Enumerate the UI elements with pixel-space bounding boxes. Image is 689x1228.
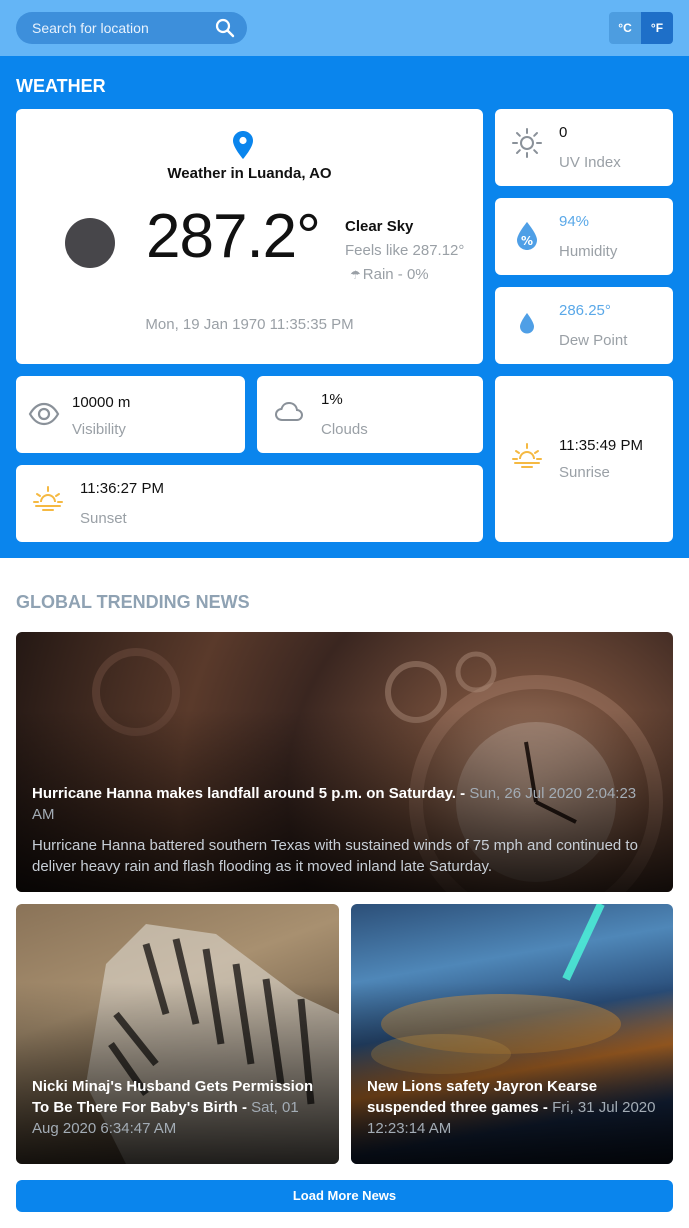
search-icon[interactable] [215,18,235,38]
current-datetime: Mon, 19 Jan 1970 11:35:35 PM [145,316,354,333]
sunset-label: Sunset [80,510,127,527]
dew-point-card: 286.25° Dew Point [495,287,673,364]
dew-point-label: Dew Point [559,332,628,349]
fahrenheit-button[interactable]: °F [641,12,673,44]
uv-index-card: 0 UV Index [495,109,673,186]
news-headline[interactable]: Hurricane Hanna makes landfall around 5 … [32,785,456,802]
svg-text:%: % [521,234,533,248]
rain-chance: ☂ Rain - 0% [350,266,429,283]
weather-condition-icon [65,218,115,268]
search-box [16,12,247,44]
news-card-featured[interactable]: Hurricane Hanna makes landfall around 5 … [16,632,673,892]
sunrise-icon [512,443,542,468]
news-section-title: GLOBAL TRENDING NEWS [16,592,250,612]
clouds-label: Clouds [321,421,368,438]
visibility-card: 10000 m Visibility [16,376,245,453]
current-weather-card: Weather in Luanda, AO 287.2° Clear Sky F… [16,109,483,364]
news-card-zebra[interactable]: Nicki Minaj's Husband Gets Permission To… [16,904,339,1164]
visibility-value: 10000 m [72,394,131,411]
uv-index-label: UV Index [559,154,621,171]
dew-point-value: 286.25° [559,302,611,319]
load-more-button[interactable]: Load More News [16,1180,673,1212]
sunset-value: 11:36:27 PM [80,480,164,497]
humidity-label: Humidity [559,243,618,260]
clouds-card: 1% Clouds [257,376,483,453]
weather-section-title: WEATHER [16,76,106,96]
condition-text: Clear Sky [345,218,414,235]
cloud-icon [274,401,304,421]
top-bar: °C °F [0,0,689,56]
humidity-value: 94% [559,213,590,230]
uv-index-value: 0 [559,124,568,141]
news-text-featured: Hurricane Hanna makes landfall around 5 … [32,783,657,877]
location-name: Weather in Luanda, AO [167,165,332,182]
visibility-label: Visibility [72,421,126,438]
eye-icon [28,402,60,426]
humidity-drop-icon: % [517,222,537,250]
sun-icon [512,128,542,158]
unit-toggle: °C °F [609,12,673,44]
news-text-zebra: Nicki Minaj's Husband Gets Permission To… [32,1078,314,1137]
sunrise-value: 11:35:49 PM [559,437,643,454]
water-drop-icon [520,313,534,334]
location-pin-icon [233,131,253,159]
humidity-card: % 94% Humidity [495,198,673,275]
feels-like: Feels like 287.12° [345,242,465,259]
sunrise-card: 11:35:49 PM Sunrise [495,376,673,542]
news-description: Hurricane Hanna battered southern Texas … [32,837,638,875]
clouds-value: 1% [321,391,343,408]
search-input[interactable] [16,12,211,44]
sunset-icon [33,486,63,511]
rain-text: Rain - 0% [362,266,429,283]
news-card-lions[interactable]: New Lions safety Jayron Kearse suspended… [351,904,673,1164]
umbrella-icon: ☂ [350,268,361,282]
sunset-card: 11:36:27 PM Sunset [16,465,483,542]
news-text-lions: New Lions safety Jayron Kearse suspended… [367,1078,656,1137]
weather-section: WEATHER Weather in Luanda, AO 287.2° Cle… [0,56,689,558]
celsius-button[interactable]: °C [609,12,641,44]
sunrise-label: Sunrise [559,464,610,481]
temperature: 287.2° [146,202,321,271]
